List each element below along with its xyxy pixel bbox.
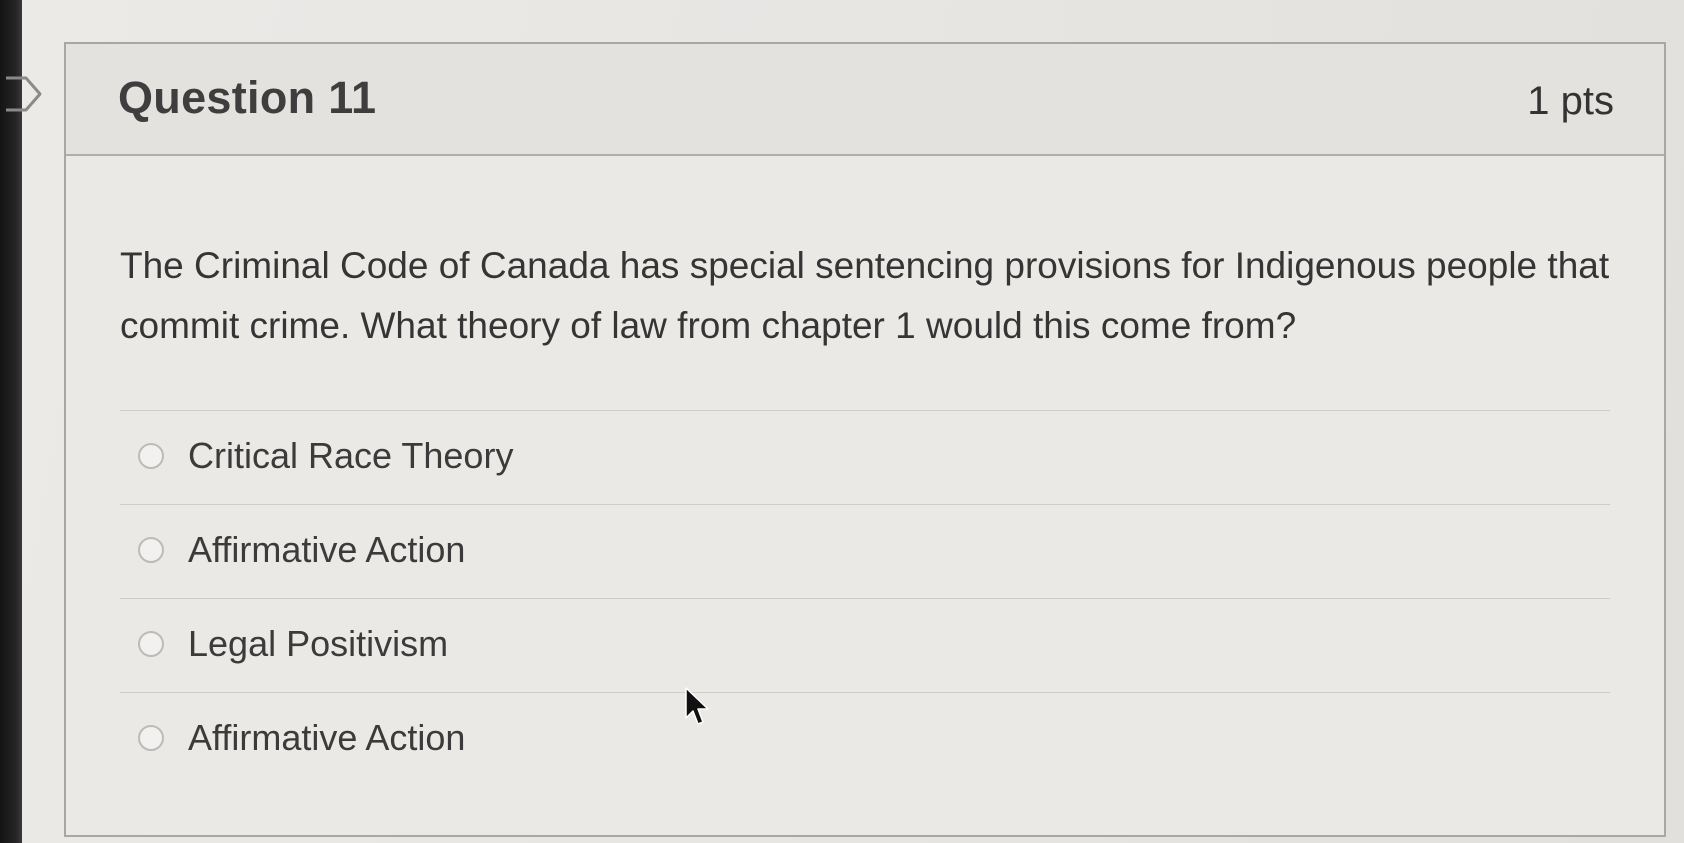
answer-label[interactable]: Affirmative Action xyxy=(188,717,465,759)
question-header: Question 11 1 pts xyxy=(66,44,1664,156)
question-title: Question 11 xyxy=(118,72,377,123)
answer-label[interactable]: Legal Positivism xyxy=(188,623,448,665)
radio-button[interactable] xyxy=(138,725,164,751)
question-card: Question 11 1 pts The Criminal Code of C… xyxy=(64,42,1666,837)
answer-option[interactable]: Affirmative Action xyxy=(120,504,1610,598)
radio-button[interactable] xyxy=(138,631,164,657)
radio-button[interactable] xyxy=(138,443,164,469)
answer-label[interactable]: Affirmative Action xyxy=(188,529,465,571)
flag-question-icon[interactable] xyxy=(4,72,44,116)
radio-button[interactable] xyxy=(138,537,164,563)
answer-option[interactable]: Legal Positivism xyxy=(120,598,1610,692)
question-text: The Criminal Code of Canada has special … xyxy=(120,245,1610,346)
answer-option[interactable]: Affirmative Action xyxy=(120,692,1610,786)
answer-option[interactable]: Critical Race Theory xyxy=(120,410,1610,504)
question-points: 1 pts xyxy=(1527,79,1614,123)
answer-list: Critical Race Theory Affirmative Action … xyxy=(120,410,1610,786)
answer-label[interactable]: Critical Race Theory xyxy=(188,435,513,477)
screen: Question 11 1 pts The Criminal Code of C… xyxy=(0,0,1684,843)
mouse-pointer-icon xyxy=(685,687,709,725)
monitor-bezel xyxy=(0,0,22,843)
